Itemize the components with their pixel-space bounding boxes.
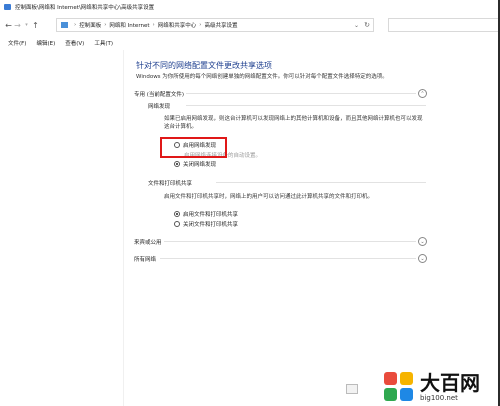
- window-title: 控制面板\网络和 Internet\网络和共享中心\高级共享设置: [15, 5, 155, 11]
- chevron-down-icon[interactable]: ⌄: [418, 254, 427, 263]
- network-discovery-title: 网络发现: [148, 104, 171, 110]
- page-heading: 针对不同的网络配置文件更改共享选项: [136, 61, 272, 70]
- breadcrumb-sharing-center[interactable]: 网络和共享中心: [158, 21, 197, 29]
- left-pane: [0, 50, 122, 406]
- radio-button-checked[interactable]: [174, 161, 180, 167]
- logo-mark-icon: [384, 372, 414, 402]
- radio-disable-discovery[interactable]: 关闭网络发现: [174, 160, 216, 168]
- breadcrumb-advanced-sharing[interactable]: 高级共享设置: [204, 21, 237, 29]
- divider: [164, 241, 416, 242]
- watermark-name: 大百网: [420, 370, 480, 395]
- private-profile-title: 专用 (当前配置文件): [134, 91, 185, 98]
- search-input[interactable]: [388, 18, 500, 32]
- main-content: 针对不同的网络配置文件更改共享选项 Windows 为你所使用的每个网络创建单独…: [124, 50, 498, 406]
- highlight-box: [160, 137, 227, 158]
- control-panel-icon: [4, 4, 11, 10]
- breadcrumb-network-internet[interactable]: 网络和 Internet: [109, 21, 149, 29]
- radio-enable-sharing[interactable]: 启用文件和打印机共享: [174, 210, 238, 218]
- disable-sharing-label: 关闭文件和打印机共享: [183, 222, 239, 228]
- navigation-bar: ← → ▾ ↑ › 控制面板 › 网络和 Internet › 网络和共享中心 …: [0, 14, 500, 36]
- chevron-down-icon[interactable]: ⌄: [418, 237, 427, 246]
- forward-arrow-icon[interactable]: →: [13, 21, 22, 30]
- breadcrumb-separator-icon: ›: [152, 22, 155, 28]
- title-bar: 控制面板\网络和 Internet\网络和共享中心\高级共享设置: [0, 0, 500, 14]
- computer-icon: [61, 22, 68, 28]
- shield-settings-icon: [346, 384, 358, 394]
- menu-edit[interactable]: 编辑(E): [36, 39, 55, 47]
- divider: [186, 105, 426, 106]
- guest-profile-title: 来宾或公用: [134, 239, 162, 246]
- all-networks-title: 所有网络: [134, 256, 157, 263]
- menu-file[interactable]: 文件(F): [8, 39, 26, 47]
- refresh-icon[interactable]: ↻: [364, 21, 370, 29]
- menu-view[interactable]: 查看(V): [65, 39, 84, 47]
- file-sharing-title: 文件和打印机共享: [148, 181, 193, 187]
- back-arrow-icon[interactable]: ←: [4, 21, 13, 30]
- divider: [216, 182, 426, 183]
- divider: [186, 93, 416, 94]
- enable-sharing-label: 启用文件和打印机共享: [183, 212, 239, 218]
- up-arrow-icon[interactable]: ↑: [31, 21, 40, 30]
- breadcrumb-control-panel[interactable]: 控制面板: [79, 21, 101, 29]
- menu-tools[interactable]: 工具(T): [94, 39, 113, 47]
- address-dropdown-icon[interactable]: ⌄: [354, 22, 359, 29]
- breadcrumb-separator-icon: ›: [104, 22, 107, 28]
- divider: [160, 258, 416, 259]
- radio-button-checked[interactable]: [174, 211, 180, 217]
- disable-discovery-label: 关闭网络发现: [183, 162, 217, 168]
- watermark-logo: 大百网 big100.net: [384, 368, 494, 406]
- breadcrumb-separator-icon: ›: [74, 22, 77, 28]
- watermark-url: big100.net: [420, 393, 458, 402]
- radio-disable-sharing[interactable]: 关闭文件和打印机共享: [174, 220, 238, 228]
- recent-dropdown-icon[interactable]: ▾: [22, 22, 31, 28]
- menu-bar: 文件(F) 编辑(E) 查看(V) 工具(T): [0, 37, 500, 49]
- network-discovery-paragraph: 如果已启用网络发现，则这台计算机可以发现网络上的其他计算机和设备，而且其他网络计…: [164, 116, 423, 130]
- page-description: Windows 为你所使用的每个网络创建单独的网络配置文件。你可以针对每个配置文…: [136, 74, 388, 80]
- chevron-up-icon[interactable]: ⌃: [418, 89, 427, 98]
- radio-button[interactable]: [174, 221, 180, 227]
- file-sharing-paragraph: 启用文件和打印机共享时，网络上的用户可以访问通过此计算机共享的文件和打印机。: [164, 194, 374, 200]
- breadcrumb-separator-icon: ›: [199, 22, 202, 28]
- address-bar[interactable]: › 控制面板 › 网络和 Internet › 网络和共享中心 › 高级共享设置…: [56, 18, 374, 32]
